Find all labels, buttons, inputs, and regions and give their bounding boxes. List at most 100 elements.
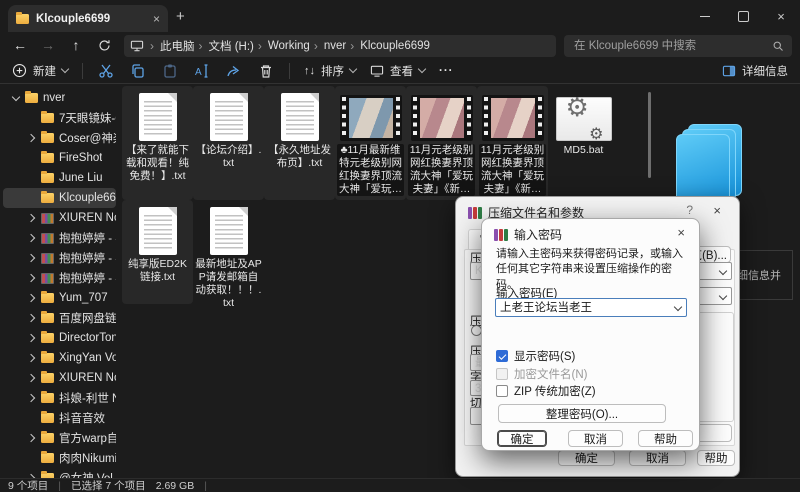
chevron-icon[interactable] bbox=[27, 395, 36, 401]
sidebar-item[interactable]: June Liu bbox=[3, 168, 116, 188]
cut-button[interactable] bbox=[97, 62, 115, 80]
chevron-icon[interactable] bbox=[27, 335, 36, 341]
breadcrumb-label[interactable]: Klcouple6699 bbox=[360, 40, 430, 52]
view-button[interactable]: 查看 bbox=[370, 63, 425, 79]
close-icon[interactable]: × bbox=[713, 203, 721, 218]
chevron-icon[interactable] bbox=[11, 96, 20, 100]
chevron-icon[interactable] bbox=[27, 135, 36, 141]
paste-button[interactable] bbox=[161, 62, 179, 80]
password-ok-button[interactable]: 确定 bbox=[497, 430, 547, 447]
archive-ok-button[interactable]: 确定 bbox=[558, 450, 615, 466]
search-box[interactable] bbox=[564, 35, 792, 57]
breadcrumb-item[interactable]: › Klcouple6699 bbox=[346, 39, 430, 53]
password-cancel-button[interactable]: 取消 bbox=[568, 430, 623, 447]
share-button[interactable] bbox=[225, 62, 243, 80]
maximize-button[interactable] bbox=[724, 0, 762, 32]
password-input[interactable]: 上老王论坛当老王 bbox=[495, 298, 687, 317]
file-tile[interactable]: 【来了就能下载和观看！纯免费！】.txt bbox=[122, 86, 193, 200]
breadcrumb-label[interactable]: 此电脑 bbox=[160, 38, 195, 54]
checkbox-icon[interactable] bbox=[496, 368, 508, 380]
chevron-icon[interactable] bbox=[27, 355, 36, 361]
rename-button[interactable]: A bbox=[193, 62, 211, 80]
chevron-icon[interactable] bbox=[27, 235, 36, 241]
sidebar-item[interactable]: XingYan Vol.39 bbox=[3, 348, 116, 368]
close-button[interactable]: × bbox=[762, 0, 800, 32]
breadcrumb-label[interactable]: 文档 (H:) bbox=[209, 38, 254, 54]
chevron-icon[interactable] bbox=[27, 215, 36, 221]
archive-cancel-button[interactable]: 取消 bbox=[629, 450, 686, 466]
sidebar-item-label: 肉肉Nikumikyo bbox=[59, 450, 116, 466]
breadcrumb-item[interactable]: › 此电脑 bbox=[146, 38, 195, 54]
sidebar-item[interactable]: Yum_707 bbox=[3, 288, 116, 308]
file-name: 11月元老级别网红换妻界顶流大神「爱玩夫妻」《新夫妻的第... bbox=[479, 144, 546, 196]
details-pane-button[interactable]: 详细信息 bbox=[722, 63, 788, 79]
new-tab-button[interactable]: + bbox=[176, 8, 185, 25]
vertical-scrollbar[interactable] bbox=[648, 92, 651, 178]
sidebar-item[interactable]: 抖娘-利世 NO.0 bbox=[3, 388, 116, 408]
breadcrumb-item[interactable]: › nver bbox=[310, 39, 346, 53]
file-tile[interactable]: ♣11月最新维特元老级别网红换妻界顶流大神「爱玩夫妻」《... bbox=[335, 86, 406, 200]
sidebar-item[interactable]: DirectorTong[ bbox=[3, 328, 116, 348]
checkbox-icon[interactable] bbox=[496, 350, 508, 362]
checkbox-row[interactable]: 显示密码(S) bbox=[496, 348, 575, 364]
help-icon[interactable]: ? bbox=[686, 203, 693, 217]
sidebar-item[interactable]: XIUREN No.107 bbox=[3, 368, 116, 388]
sidebar-item[interactable]: @女神 Vol.0 bbox=[3, 468, 116, 478]
sidebar-item[interactable]: 抱抱婷婷 - 半 bbox=[3, 248, 116, 268]
refresh-button[interactable] bbox=[92, 33, 116, 57]
sidebar-item[interactable]: 抖音音效 bbox=[3, 408, 116, 428]
sidebar-item[interactable]: 抱抱婷婷 - 半 bbox=[3, 268, 116, 288]
forward-button[interactable]: → bbox=[36, 33, 60, 57]
search-input[interactable] bbox=[572, 39, 772, 53]
sidebar-item[interactable]: 7天眼镜妹-6部 bbox=[3, 108, 116, 128]
chevron-icon[interactable] bbox=[27, 255, 36, 261]
breadcrumb-item[interactable]: › 文档 (H:) bbox=[195, 38, 254, 54]
explorer-tab[interactable]: Klcouple6699 × bbox=[8, 5, 168, 32]
sidebar-item[interactable]: 百度网盘链接-秒 bbox=[3, 308, 116, 328]
breadcrumb-label[interactable]: Working bbox=[268, 40, 310, 52]
checkbox-icon[interactable] bbox=[496, 385, 508, 397]
close-icon[interactable]: × bbox=[677, 225, 685, 240]
chevron-icon[interactable] bbox=[27, 295, 36, 301]
back-button[interactable]: ← bbox=[8, 33, 32, 57]
copy-button[interactable] bbox=[129, 62, 147, 80]
breadcrumb-item[interactable]: › Working bbox=[254, 39, 310, 53]
file-tile[interactable]: 最新地址及APP请发邮箱自动获取！！！.txt bbox=[193, 200, 264, 304]
sidebar-item[interactable]: 肉肉Nikumikyo bbox=[3, 448, 116, 468]
file-tile[interactable]: 【永久地址发布页】.txt bbox=[264, 86, 335, 200]
file-tile[interactable]: MD5.bat bbox=[548, 86, 619, 200]
chevron-icon[interactable] bbox=[27, 275, 36, 281]
password-help-button[interactable]: 帮助 bbox=[638, 430, 693, 447]
up-button[interactable]: ↑ bbox=[64, 33, 88, 57]
sidebar-item[interactable]: 官方warp自动设 bbox=[3, 428, 116, 448]
file-tile[interactable]: 11月元老级别网红换妻界顶流大神「爱玩夫妻」《新夫妻的第... bbox=[406, 86, 477, 200]
chevron-icon[interactable] bbox=[27, 375, 36, 381]
checkbox-row[interactable]: 加密文件名(N) bbox=[496, 366, 587, 382]
sidebar-item[interactable]: Klcouple6699 bbox=[3, 188, 116, 208]
sort-arrows-icon: ↑↓ bbox=[304, 65, 315, 77]
sidebar-item[interactable]: nver bbox=[3, 88, 116, 108]
sidebar-item-icon bbox=[41, 333, 54, 343]
sidebar-item[interactable]: XIUREN No.1 bbox=[3, 208, 116, 228]
minimize-button[interactable] bbox=[686, 0, 724, 32]
sidebar-item[interactable]: FireShot bbox=[3, 148, 116, 168]
sort-button[interactable]: ↑↓ 排序 bbox=[304, 63, 356, 79]
checkbox-row[interactable]: ZIP 传统加密(Z) bbox=[496, 383, 596, 399]
tab-close-icon[interactable]: × bbox=[153, 12, 160, 26]
breadcrumb[interactable]: › 此电脑 › 文档 (H:) › Working › nver › Klcou… bbox=[124, 35, 556, 57]
chevron-icon[interactable] bbox=[27, 435, 36, 441]
archive-help-button[interactable]: 帮助 bbox=[697, 450, 735, 466]
delete-button[interactable] bbox=[257, 62, 275, 80]
file-tile[interactable]: 纯享版ED2K链接.txt bbox=[122, 200, 193, 304]
more-button[interactable]: ··· bbox=[439, 65, 454, 77]
sidebar-item[interactable]: 抱抱婷婷 - 半 bbox=[3, 228, 116, 248]
file-tile[interactable]: 【论坛介绍】.txt bbox=[193, 86, 264, 200]
organize-passwords-button[interactable]: 整理密码(O)... bbox=[498, 404, 666, 423]
sidebar-item[interactable]: Coser@神楽坂 bbox=[3, 128, 116, 148]
file-icon bbox=[411, 95, 473, 141]
file-tile[interactable]: 11月元老级别网红换妻界顶流大神「爱玩夫妻」《新夫妻的第... bbox=[477, 86, 548, 200]
chevron-icon[interactable] bbox=[27, 315, 36, 321]
sidebar-item-label: 抱抱婷婷 - 半 bbox=[59, 230, 116, 246]
breadcrumb-label[interactable]: nver bbox=[324, 40, 346, 52]
new-button[interactable]: 新建 bbox=[12, 63, 68, 79]
